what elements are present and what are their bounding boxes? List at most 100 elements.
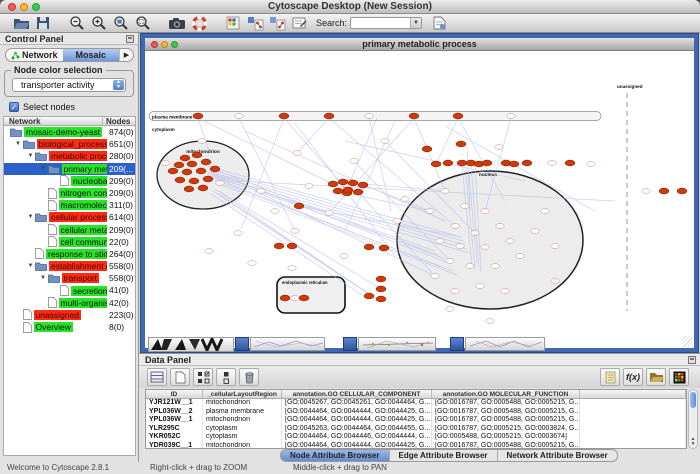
zoom-out-icon[interactable] bbox=[66, 15, 88, 32]
search-dropdown-arrow-icon[interactable]: ▼ bbox=[410, 18, 421, 28]
tree-item[interactable]: multi-organism pro42(0) bbox=[4, 297, 135, 309]
minimized-window-icon[interactable] bbox=[343, 337, 357, 351]
float-panel-icon[interactable] bbox=[688, 356, 696, 364]
open-folder-icon[interactable] bbox=[10, 15, 32, 32]
folder-icon bbox=[48, 273, 60, 283]
node-attribute-icon[interactable] bbox=[222, 15, 244, 32]
minimized-window-icon[interactable] bbox=[235, 337, 249, 351]
dropdown-stepper-icon[interactable]: ▲▼ bbox=[113, 80, 124, 90]
snapshot-icon[interactable] bbox=[166, 15, 188, 32]
more-tabs-arrow-icon[interactable]: ▶ bbox=[119, 49, 133, 61]
column-header[interactable]: annotation.GO CELLULAR_COMPONENT bbox=[282, 390, 432, 398]
tree-item[interactable]: Overview8(0) bbox=[4, 321, 135, 333]
minimized-window-icon[interactable] bbox=[450, 337, 464, 351]
table-row[interactable]: YLR295Ccytoplasm[GO:0045263, GO:0044464,… bbox=[146, 425, 686, 434]
search-input[interactable]: ▼ bbox=[350, 17, 422, 29]
help-icon[interactable] bbox=[188, 15, 210, 32]
table-scrollbar[interactable]: ▲▼ bbox=[688, 389, 698, 449]
notes-icon[interactable] bbox=[600, 368, 620, 386]
table-row[interactable]: YJR121W__1mitochondrion[GO:0045267, GO:0… bbox=[146, 399, 686, 408]
tree-item-count: 651(0) bbox=[107, 138, 135, 150]
tab-node-attribute-browser[interactable]: Node Attribute Browser bbox=[281, 450, 390, 461]
annotation-icon[interactable] bbox=[288, 15, 310, 32]
delete-attribute-icon[interactable] bbox=[239, 368, 259, 386]
minimized-window[interactable] bbox=[250, 337, 325, 351]
table-cell: [GO:0045263, GO:0044464, GO:0044455, G..… bbox=[282, 425, 432, 434]
save-icon[interactable] bbox=[32, 15, 54, 32]
scrollbar-thumb[interactable] bbox=[690, 392, 696, 408]
node-color-dropdown[interactable]: transporter activity ▲▼ bbox=[12, 78, 126, 92]
import-table-icon[interactable] bbox=[646, 368, 666, 386]
network-canvas[interactable]: plasma membrane cytoplasm mitochondrion … bbox=[145, 51, 694, 348]
tree-item[interactable]: cell communicat22(0) bbox=[4, 236, 135, 248]
network-view-window[interactable]: primary metabolic process plasma membran… bbox=[141, 34, 698, 352]
heatmap-icon[interactable] bbox=[669, 368, 689, 386]
network-attribute-icon[interactable] bbox=[266, 15, 288, 32]
minimized-window[interactable] bbox=[465, 337, 545, 351]
select-attributes-icon[interactable] bbox=[193, 368, 213, 386]
expand-arrow-icon[interactable]: ▼ bbox=[26, 214, 35, 220]
tree-item-count: 209(0) bbox=[107, 187, 135, 199]
tree-item[interactable]: ▼establishment of lo558(0) bbox=[4, 260, 135, 272]
network-window-titlebar[interactable]: primary metabolic process bbox=[145, 38, 694, 51]
table-row[interactable]: YPL036W__1mitochondrion[GO:0044464, GO:0… bbox=[146, 416, 686, 425]
table-cell: [GO:0044464, GO:0044444, GO:0044425, G..… bbox=[282, 416, 432, 425]
expand-arrow-icon[interactable]: ▼ bbox=[14, 141, 23, 147]
column-header[interactable]: annotation.GO MOLECULAR_FUNCTION bbox=[432, 390, 580, 398]
attribute-table-icon[interactable] bbox=[147, 368, 167, 386]
attribute-table-header: ID_cellularLayoutRegionannotation.GO CEL… bbox=[146, 390, 686, 399]
window-title: Cytoscape Desktop (New Session) bbox=[0, 1, 700, 12]
zoom-in-icon[interactable] bbox=[88, 15, 110, 32]
network-canvas-svg[interactable]: plasma membrane cytoplasm mitochondrion … bbox=[145, 51, 694, 348]
table-cell: [GO:0044464, GO:0044444, GO:0044425, G..… bbox=[282, 442, 432, 450]
tree-item[interactable]: ▼metabolic process280(0) bbox=[4, 150, 135, 162]
tree-item[interactable]: ▼cellular process614(0) bbox=[4, 211, 135, 223]
table-row[interactable]: YKR052Ccytoplasm[GO:0044464, GO:0044446,… bbox=[146, 433, 686, 442]
attribute-table[interactable]: ID_cellularLayoutRegionannotation.GO CEL… bbox=[145, 389, 687, 449]
table-cell: YDR039C__1 bbox=[146, 442, 203, 450]
minimized-window[interactable] bbox=[358, 337, 436, 351]
network-tree[interactable]: mosaic-demo-yeast874(0)▼biological_proce… bbox=[3, 126, 136, 456]
tab-mosaic[interactable]: Mosaic bbox=[63, 49, 120, 61]
tab-network[interactable]: Network bbox=[6, 49, 63, 61]
import-attributes-icon[interactable] bbox=[428, 15, 450, 32]
file-icon bbox=[48, 200, 57, 211]
column-header[interactable]: _cellularLayoutRegion bbox=[203, 390, 282, 398]
tree-item-count: 223(0) bbox=[107, 309, 135, 321]
select-nodes-row: ✓ Select nodes bbox=[9, 101, 75, 112]
zoom-fit-icon[interactable] bbox=[110, 15, 132, 32]
tree-item[interactable]: nitrogen compo209(0) bbox=[4, 187, 135, 199]
tree-item[interactable]: secretion41(0) bbox=[4, 284, 135, 296]
tree-item[interactable]: response to stimulu264(0) bbox=[4, 248, 135, 260]
tree-item-count: 209(0) bbox=[107, 175, 135, 187]
tree-item[interactable]: mosaic-demo-yeast874(0) bbox=[4, 126, 135, 138]
tree-item[interactable]: ▼primary metabo209(... bbox=[4, 163, 135, 175]
cytoplasm-label: cytoplasm bbox=[152, 127, 175, 132]
zoom-selected-icon[interactable] bbox=[132, 15, 154, 32]
tree-item[interactable]: unassigned223(0) bbox=[4, 309, 135, 321]
tree-column-header: Network Nodes bbox=[3, 116, 136, 126]
expand-arrow-icon[interactable]: ▼ bbox=[26, 263, 35, 269]
title-bar: Cytoscape Desktop (New Session) bbox=[0, 0, 700, 14]
float-panel-icon[interactable] bbox=[126, 35, 134, 43]
minimized-window[interactable] bbox=[148, 337, 234, 352]
expand-arrow-icon[interactable]: ▼ bbox=[26, 153, 35, 159]
select-nodes-checkbox[interactable]: ✓ bbox=[9, 102, 19, 112]
unselect-attributes-icon[interactable] bbox=[216, 368, 236, 386]
scrollbar-arrows-icon[interactable]: ▲▼ bbox=[689, 437, 697, 447]
tab-network-attribute-browser[interactable]: Network Attribute Browser bbox=[498, 450, 617, 461]
tree-item[interactable]: ▼transport558(0) bbox=[4, 272, 135, 284]
tree-item[interactable]: nucleobase-209(0) bbox=[4, 175, 135, 187]
tree-item[interactable]: cellular metabo209(0) bbox=[4, 224, 135, 236]
function-builder-icon[interactable]: f(x) bbox=[623, 368, 643, 386]
expand-arrow-icon[interactable]: ▼ bbox=[39, 275, 48, 281]
expand-arrow-icon[interactable]: ▼ bbox=[39, 166, 48, 172]
tree-item[interactable]: ▼biological_process651(0) bbox=[4, 138, 135, 150]
edge-attribute-icon[interactable] bbox=[244, 15, 266, 32]
table-row[interactable]: YDR039C__1mitochondrion[GO:0044464, GO:0… bbox=[146, 442, 686, 450]
new-attribute-icon[interactable] bbox=[170, 368, 190, 386]
table-row[interactable]: YPL036W__2plasma membrane[GO:0044464, GO… bbox=[146, 408, 686, 417]
column-header[interactable]: ID bbox=[146, 390, 203, 398]
tab-edge-attribute-browser[interactable]: Edge Attribute Browser bbox=[390, 450, 498, 461]
tree-item[interactable]: macromolecule311(0) bbox=[4, 199, 135, 211]
